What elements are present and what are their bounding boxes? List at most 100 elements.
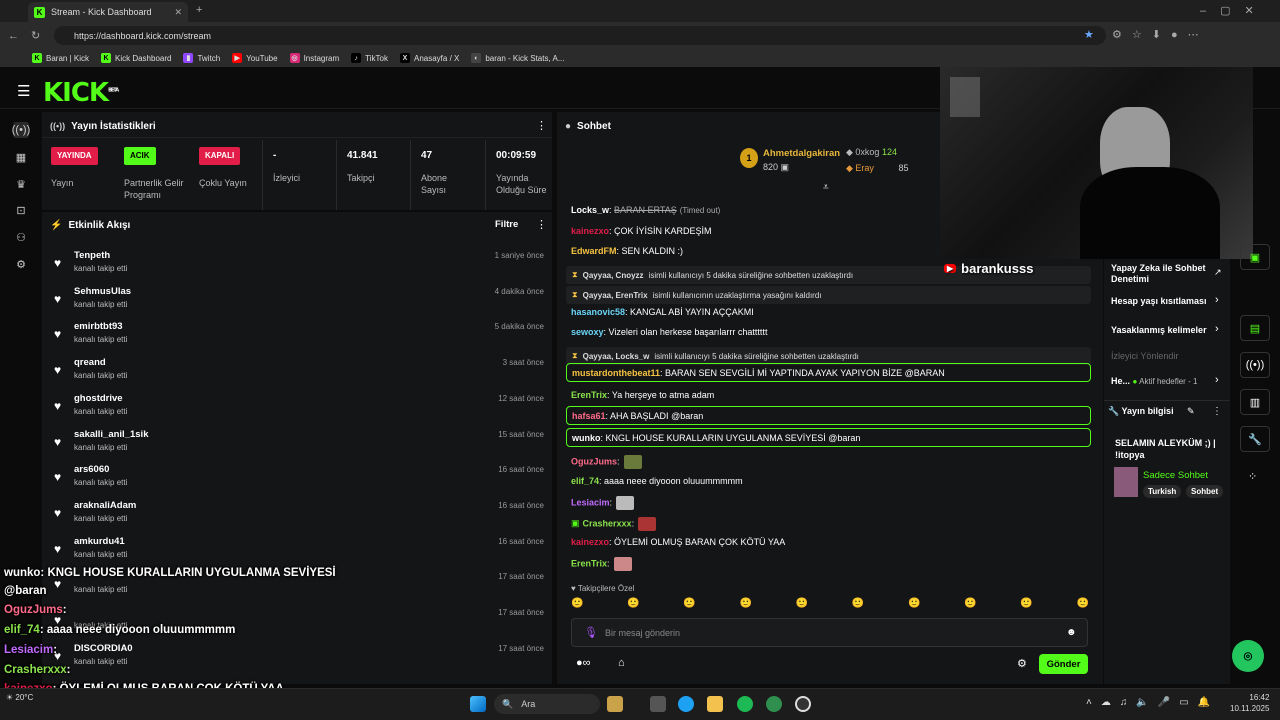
bookmark-youtube[interactable]: ▶ YouTube [232, 53, 278, 63]
chat-username[interactable]: ErenTrix [571, 558, 607, 568]
menu-icon[interactable]: ☰ [17, 82, 30, 100]
gifter-3[interactable]: ◆ Eray 85 [846, 163, 908, 174]
task-view-icon[interactable] [650, 696, 666, 712]
external-link-icon[interactable]: ↗ [1214, 267, 1222, 278]
activity-username[interactable]: araknaliAdam [74, 500, 136, 511]
window-controls[interactable]: –▢✕ [1200, 4, 1268, 17]
activity-username[interactable]: ghostdrive [74, 393, 123, 404]
file-explorer-icon[interactable] [707, 696, 723, 712]
browser-toolbar-icons[interactable]: ⚙☆⬇●⋯ [1112, 28, 1209, 41]
chat-username[interactable]: Locks_w [571, 205, 609, 215]
edge-icon[interactable] [678, 696, 694, 712]
chat-username[interactable]: elif_74 [571, 476, 599, 486]
activity-item[interactable]: ♥ Tenpeth kanalı takip etti 1 saniye önce [50, 246, 550, 282]
favorite-star-icon[interactable]: ★ [1084, 28, 1094, 41]
chat-username[interactable]: wunko [572, 433, 601, 443]
activity-item[interactable]: ♥ emirbtbt93 kanalı takip etti 5 dakika önc… [50, 317, 550, 353]
chat-username[interactable]: kainezxo [571, 537, 609, 547]
tag-turkish[interactable]: Turkish [1143, 485, 1182, 498]
activity-item[interactable]: ♥ amkurdu41 kanalı takip etti 16 saat önce [50, 532, 550, 568]
trophy-icon[interactable]: ♛ [13, 176, 29, 192]
widgets-icon[interactable] [607, 696, 623, 712]
activity-more-icon[interactable]: ⋮ [536, 218, 547, 231]
bookmark-tiktok[interactable]: ♪ TikTok [351, 53, 388, 63]
emoji-icon[interactable]: ☻ [1066, 627, 1077, 638]
mic-icon[interactable]: 🎙 [584, 626, 598, 639]
activity-username[interactable]: Tenpeth [74, 250, 110, 261]
bookmark-instagram[interactable]: ◎ Instagram [289, 53, 339, 63]
back-icon[interactable]: ← [8, 30, 19, 42]
weather-widget[interactable]: ☀ 20°C [6, 693, 33, 703]
activity-item[interactable]: ♥ sakalli_anil_1sik kanalı takip etti 15 sa… [50, 425, 550, 461]
bookmark-baran-kick[interactable]: K Baran | Kick [32, 53, 89, 63]
tools-quick-icon[interactable]: 🔧 [1240, 426, 1270, 452]
activity-username[interactable]: qreand [74, 357, 106, 368]
settings-icon[interactable]: ⚙ [13, 256, 29, 272]
chat-settings-icon[interactable]: ⚙ [1017, 657, 1027, 670]
bookmark-x[interactable]: X Anasayfa / X [399, 53, 459, 63]
chat-username[interactable]: kainezxo [571, 226, 609, 236]
banned-words-item[interactable]: Yasaklanmış kelimeler [1111, 325, 1207, 335]
windows-start-icon[interactable] [470, 696, 486, 712]
refresh-icon[interactable]: ↻ [31, 29, 40, 42]
close-tab-icon[interactable]: ✕ [174, 7, 182, 18]
activity-username[interactable]: SehmusUlas [74, 286, 131, 297]
mod-action-users[interactable]: Qayyaa, Cnoyzz [583, 271, 644, 280]
activity-item[interactable]: ♥ araknaliAdam kanalı takip etti 16 saat ön… [50, 496, 550, 532]
gifter-2[interactable]: ◆ 0xkog 124 [846, 147, 897, 158]
pin-icon[interactable]: ⩡ [823, 182, 829, 193]
clock[interactable]: 16:42 10.11.2025 [1230, 692, 1269, 714]
analytics-icon[interactable]: ▦ [13, 149, 29, 165]
chat-username[interactable]: Lesiacim [571, 497, 610, 507]
activity-username[interactable]: ars6060 [74, 464, 109, 475]
kick-logo[interactable]: KICKBETA [43, 78, 119, 108]
points-icon[interactable]: ●∞ [576, 657, 591, 669]
bookmark-kick-stats[interactable]: ◐ baran - Kick Stats, A... [471, 53, 565, 63]
app-icon[interactable] [766, 696, 782, 712]
chat-username[interactable]: Crasherxxx [583, 518, 632, 528]
emote-row[interactable]: 🙂 🙂 🙂 🙂 🙂 🙂 🙂 🙂 🙂 🙂 [571, 598, 1089, 614]
browser-tab[interactable]: K Stream - Kick Dashboard ✕ [28, 2, 188, 22]
top-gifter-name[interactable]: Ahmetdalgakiran [763, 148, 840, 159]
activity-username[interactable]: emirbtbt93 [74, 321, 123, 332]
ai-moderation-item[interactable]: Yapay Zeka ile Sohbet Denetimi [1111, 263, 1221, 285]
edit-icon[interactable]: ✎ [1187, 406, 1195, 417]
obs-icon[interactable] [795, 696, 811, 712]
chat-username[interactable]: OguzJums [571, 456, 617, 466]
store-icon[interactable]: ⌂ [618, 657, 625, 669]
activity-item[interactable]: ♥ DISCORDIA0 kanalı takip etti 17 saat önce [50, 639, 550, 675]
category-name[interactable]: Sadece Sohbet [1143, 470, 1208, 481]
chat-username[interactable]: ErenTrix [571, 390, 607, 400]
camera-icon[interactable]: ⊡ [13, 202, 29, 218]
chat-username[interactable]: EdwardFM [571, 246, 617, 256]
spotify-icon[interactable] [737, 696, 753, 712]
bookmark-twitch[interactable]: ▮ Twitch [183, 53, 220, 63]
broadcast-quick-icon[interactable]: ((•)) [1240, 352, 1270, 378]
extensions-icon[interactable]: ⁘ [1248, 470, 1257, 483]
url-input[interactable]: https://dashboard.kick.com/stream [54, 26, 1106, 45]
bookmark-kick-dashboard[interactable]: K Kick Dashboard [100, 53, 171, 63]
chat-quick-icon[interactable]: ▤ [1240, 315, 1270, 341]
mod-action-users[interactable]: Qayyaa, ErenTrix [583, 291, 648, 300]
filter-button[interactable]: Filtre [495, 219, 518, 230]
age-restriction-item[interactable]: Hesap yaşı kısıtlaması [1111, 296, 1207, 306]
tag-sohbet[interactable]: Sohbet [1186, 485, 1224, 498]
activity-item[interactable]: ♥ ghostdrive kanalı takip etti 12 saat önce [50, 389, 550, 425]
activity-username[interactable]: sakalli_anil_1sik [74, 429, 148, 440]
send-button[interactable]: Gönder [1039, 654, 1088, 674]
chat-username[interactable]: mustardonthebeat11 [572, 368, 660, 378]
community-icon[interactable]: ⚇ [13, 229, 29, 245]
chat-username[interactable]: hasanovic58 [571, 307, 625, 317]
taskbar-search[interactable]: 🔍 Ara [494, 694, 600, 714]
support-chat-icon[interactable]: ⌾ [1232, 640, 1264, 672]
stream-info-more-icon[interactable]: ⋮ [1212, 406, 1222, 417]
chat-input[interactable]: 🎙 Bir mesaj gönderin ☻ [571, 618, 1088, 647]
activity-item[interactable]: ♥ SehmusUlas kanalı takip etti 4 dakika önc… [50, 282, 550, 318]
goals-item[interactable]: He... ● Aktif hedefler - 1 [1111, 376, 1197, 386]
mod-action-users[interactable]: Qayyaa, Locks_w [583, 352, 650, 361]
stream-broadcast-icon[interactable]: ((•)) [12, 122, 30, 138]
system-tray-icons[interactable]: ˄☁♫🔈🎤▭🔔 [1086, 697, 1219, 708]
stats-more-icon[interactable]: ⋮ [536, 119, 547, 132]
activity-item[interactable]: ♥ ars6060 kanalı takip etti 16 saat önce [50, 460, 550, 496]
quick-action-icon[interactable]: ▣ [1240, 244, 1270, 270]
